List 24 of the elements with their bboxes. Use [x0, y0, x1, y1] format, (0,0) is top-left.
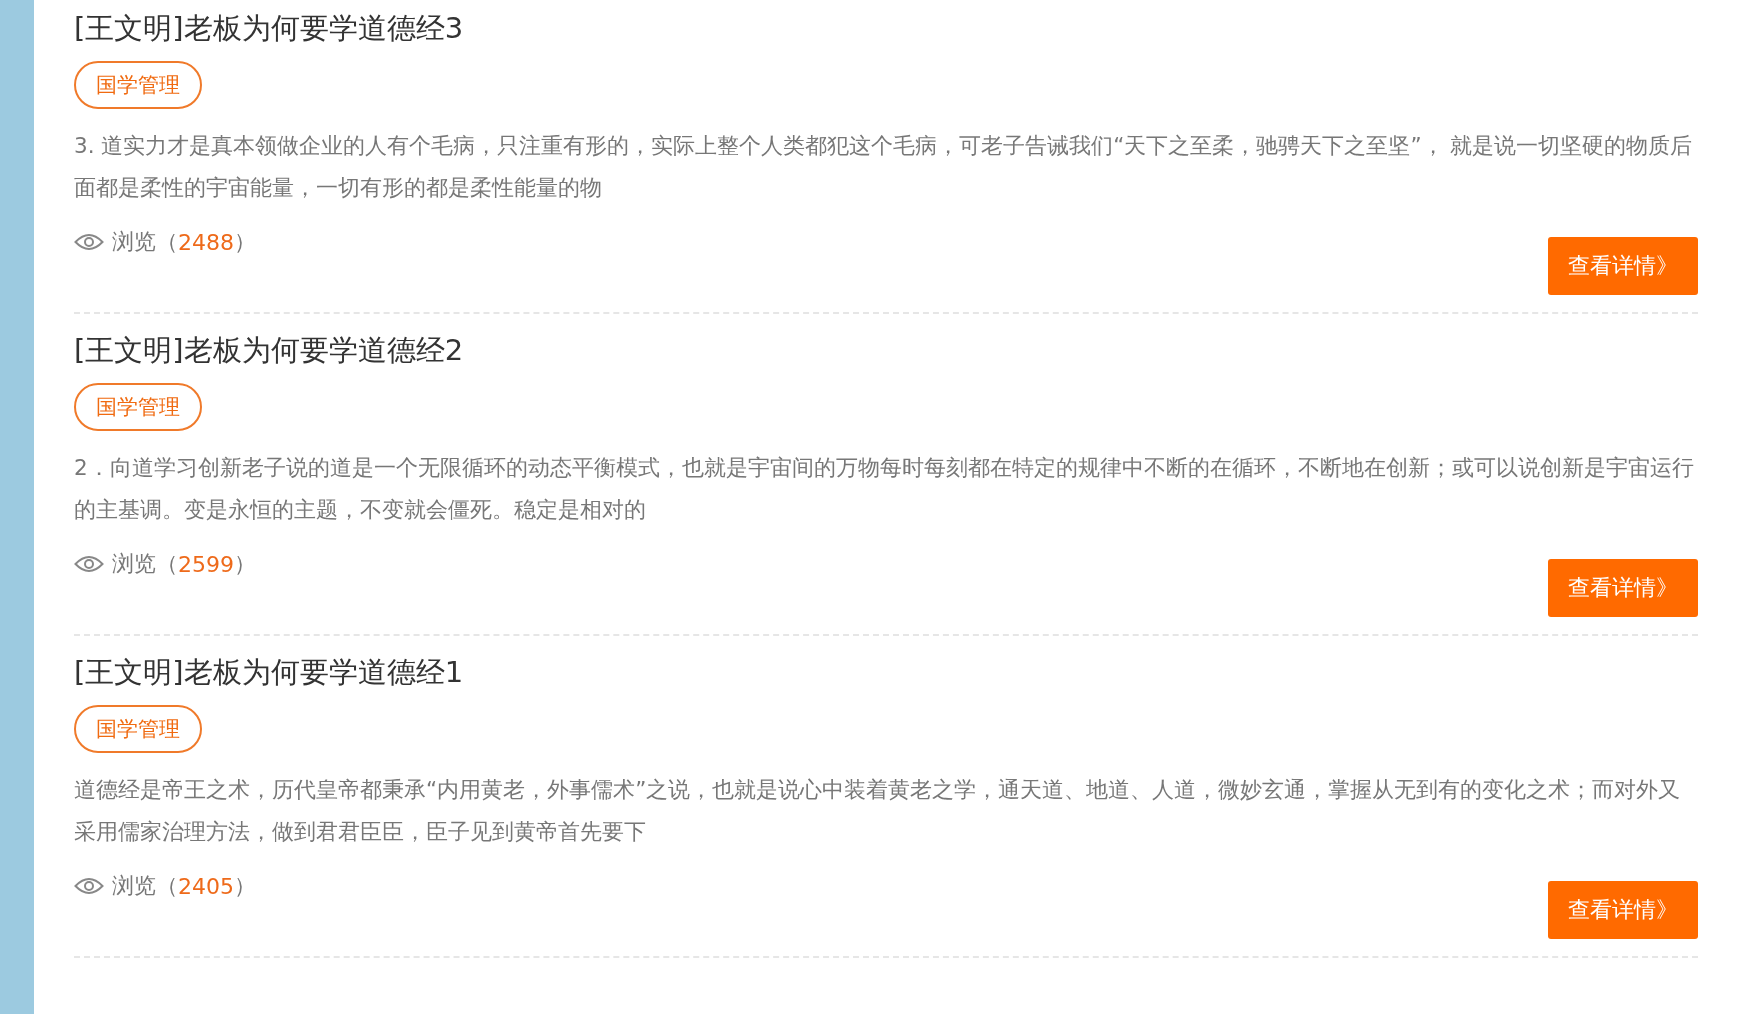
article-summary: 3. 道实力才是真本领做企业的人有个毛病，只注重有形的，实际上整个人类都犯这个毛病，可老子告诫我们“天下之至柔，驰骋天下之至坚”， 就是说一切坚硬的物质后面都是柔性的宇宙能量，一切有形的都是柔性能量的物: [74, 132, 1694, 202]
views-label-close: ）: [234, 550, 256, 578]
article-title[interactable]: [王文明]老板为何要学道德经1: [74, 652, 1698, 692]
view-details-button[interactable]: 查看详情》: [1548, 881, 1698, 939]
view-details-button[interactable]: 查看详情》: [1548, 559, 1698, 617]
eye-icon: [74, 876, 104, 896]
category-tag[interactable]: 国学管理: [74, 705, 202, 753]
article-title[interactable]: [王文明]老板为何要学道德经2: [74, 330, 1698, 370]
view-count: 2599: [178, 551, 234, 577]
eye-icon: [74, 554, 104, 574]
views-label-close: ）: [234, 872, 256, 900]
article-summary: 道德经是帝王之术，历代皇帝都秉承“内用黄老，外事儒术”之说，也就是说心中装着黄老之学，通天道、地道、人道，微妙玄通，掌握从无到有的变化之术；而对外又采用儒家治理方法，做到君君臣臣，臣子见到黄帝首先要下: [74, 776, 1682, 846]
view-count: 2488: [178, 229, 234, 255]
article-title[interactable]: [王文明]老板为何要学道德经3: [74, 8, 1698, 48]
view-count: 2405: [178, 873, 234, 899]
category-tag[interactable]: 国学管理: [74, 61, 202, 109]
views-label: 浏览（: [112, 228, 178, 256]
views-label: 浏览（: [112, 872, 178, 900]
view-details-button[interactable]: 查看详情》: [1548, 237, 1698, 295]
category-tag[interactable]: 国学管理: [74, 383, 202, 431]
views-label: 浏览（: [112, 550, 178, 578]
eye-icon: [74, 232, 104, 252]
article-summary: 2．向道学习创新老子说的道是一个无限循环的动态平衡模式，也就是宇宙间的万物每时每刻都在特定的规律中不断的在循环，不断地在创新；或可以说创新是宇宙运行的主基调。变是永恒的主题，不变就会僵死。稳定是相对的: [74, 454, 1695, 524]
views-label-close: ）: [234, 228, 256, 256]
